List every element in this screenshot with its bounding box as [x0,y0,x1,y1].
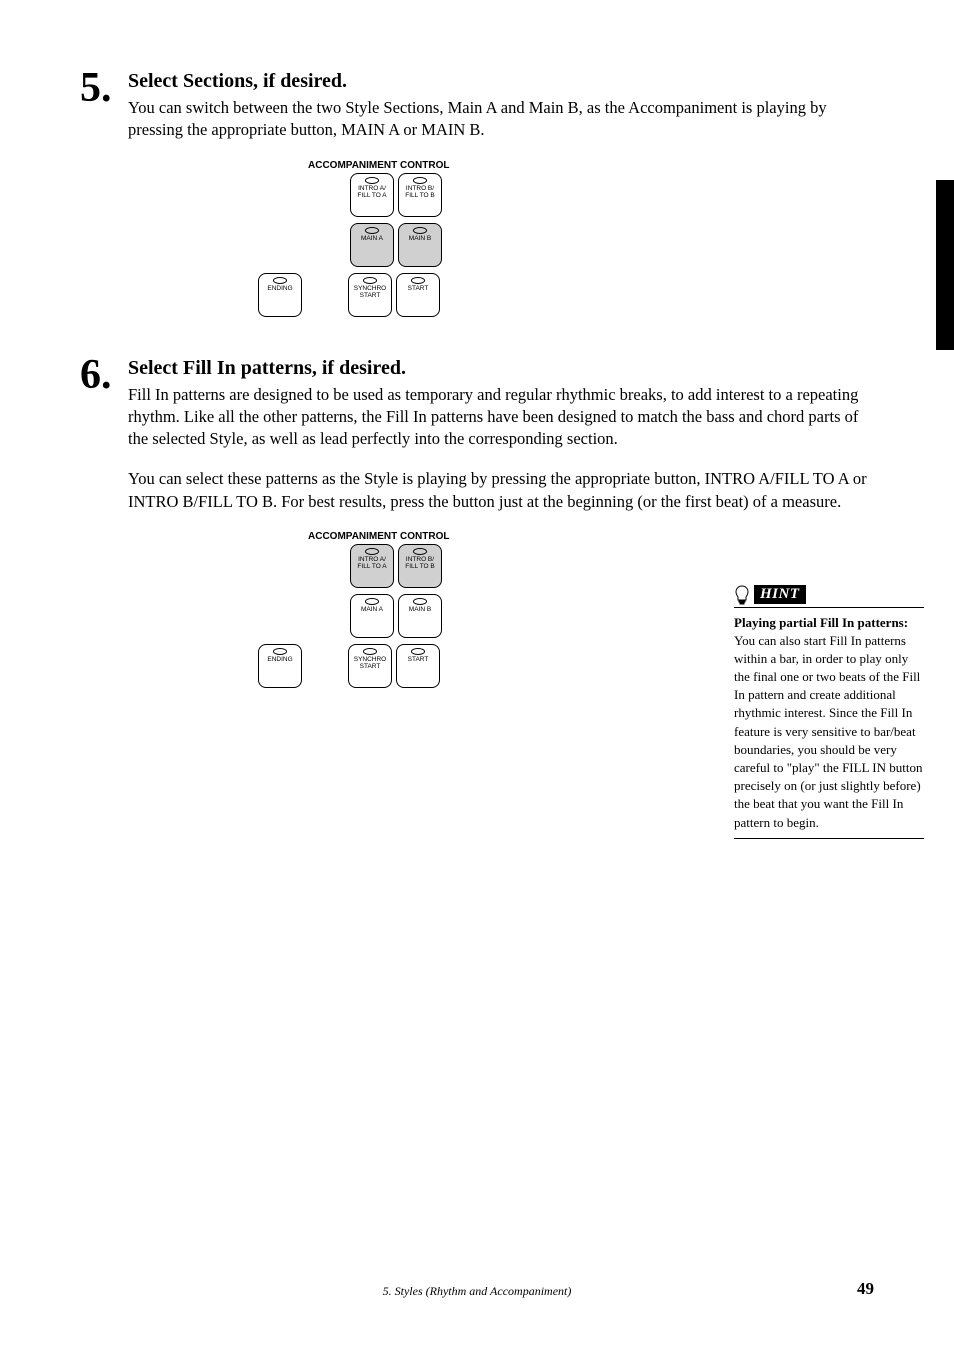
footer-title: Styles (Rhythm and Accompaniment) [395,1284,572,1298]
step-5: 5. Select Sections, if desired. You can … [80,70,874,317]
hint-title: Playing partial Fill In patterns: [734,615,908,630]
ending-button: ENDING [258,644,302,688]
side-tab [936,180,954,350]
step-5-title: Select Sections, if desired. [128,70,874,93]
synchro-start-button: SYNCHRO START [348,644,392,688]
intro-a-button: INTRO A/ FILL TO A [350,544,394,588]
hint-header: HINT [734,585,924,608]
btn-label: SYNCHRO START [354,285,387,299]
btn-label: MAIN B [409,235,431,242]
btn-label: SYNCHRO START [354,656,387,670]
synchro-start-button: SYNCHRO START [348,273,392,317]
led-icon [411,648,425,655]
control-panel-5: ACCOMPANIMENT CONTROL INTRO A/ FILL TO A… [258,160,874,317]
main-a-button: MAIN A [350,594,394,638]
intro-b-button: INTRO B/ FILL TO B [398,544,442,588]
btn-label: MAIN A [361,606,383,613]
main-b-button: MAIN B [398,223,442,267]
intro-b-button: INTRO B/ FILL TO B [398,173,442,217]
btn-label: INTRO B/ FILL TO B [405,185,435,199]
btn-label: START [408,656,429,663]
panel-title: ACCOMPANIMENT CONTROL [308,531,874,542]
led-icon [365,548,379,555]
start-button: START [396,644,440,688]
led-icon [413,227,427,234]
button-row: INTRO A/ FILL TO A INTRO B/ FILL TO B [350,173,874,217]
hint-tag: HINT [754,585,806,604]
led-icon [273,648,287,655]
btn-label: ENDING [267,656,292,663]
dot: . [101,352,112,398]
step-5-body: You can switch between the two Style Sec… [128,97,874,142]
led-icon [413,598,427,605]
main-a-button: MAIN A [350,223,394,267]
led-icon [363,277,377,284]
led-icon [413,548,427,555]
num: 5 [80,65,101,111]
start-button: START [396,273,440,317]
button-row: MAIN A MAIN B [350,223,874,267]
step-6-body-2: You can select these patterns as the Sty… [128,468,874,513]
button-row: INTRO A/ FILL TO A INTRO B/ FILL TO B [350,544,874,588]
step-5-number: 5. [80,64,112,112]
led-icon [365,598,379,605]
page-number: 49 [857,1279,874,1299]
page-content: 5. Select Sections, if desired. You can … [0,0,954,688]
bulb-icon [734,585,750,605]
led-icon [365,227,379,234]
led-icon [363,648,377,655]
led-icon [273,277,287,284]
btn-label: INTRO A/ FILL TO A [357,185,386,199]
step-6-body-1: Fill In patterns are designed to be used… [128,384,874,451]
footer: 5. Styles (Rhythm and Accompaniment) [0,1284,954,1299]
step-6: 6. Select Fill In patterns, if desired. … [80,357,874,688]
hint-body: You can also start Fill In patterns with… [734,633,922,830]
btn-label: START [408,285,429,292]
ending-button: ENDING [258,273,302,317]
button-row: ENDING SYNCHRO START START [258,273,874,317]
panel-title: ACCOMPANIMENT CONTROL [308,160,874,171]
btn-label: ENDING [267,285,292,292]
btn-label: MAIN A [361,235,383,242]
led-icon [411,277,425,284]
btn-label: INTRO A/ FILL TO A [357,556,386,570]
step-6-title: Select Fill In patterns, if desired. [128,357,874,380]
num: 6 [80,352,101,398]
btn-label: INTRO B/ FILL TO B [405,556,435,570]
btn-label: MAIN B [409,606,431,613]
dot: . [101,65,112,111]
step-6-number: 6. [80,351,112,399]
led-icon [413,177,427,184]
led-icon [365,177,379,184]
intro-a-button: INTRO A/ FILL TO A [350,173,394,217]
hint-text: Playing partial Fill In patterns: You ca… [734,614,924,839]
footer-chapter: 5. [383,1284,392,1298]
main-b-button: MAIN B [398,594,442,638]
